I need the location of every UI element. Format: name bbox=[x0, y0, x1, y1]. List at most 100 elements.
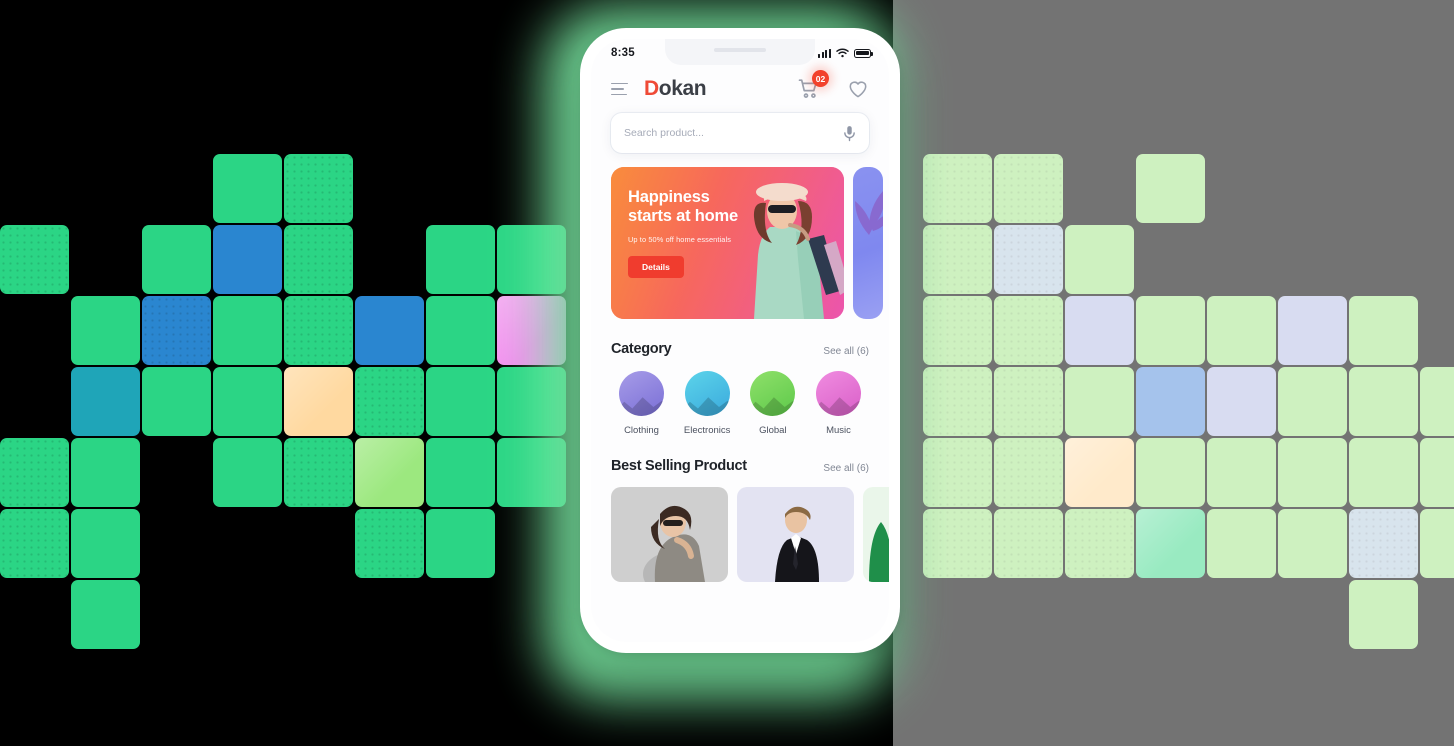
category-item-electronics[interactable]: Electronics bbox=[679, 371, 736, 436]
mosaic-tile-right bbox=[994, 367, 1063, 436]
mosaic-tile-right bbox=[1136, 296, 1205, 365]
category-item-clothing[interactable]: Clothing bbox=[613, 371, 670, 436]
leaf-decoration-icon bbox=[855, 191, 883, 235]
mosaic-tile-right bbox=[1065, 509, 1134, 578]
green-product-partial-image bbox=[869, 522, 889, 582]
mosaic-tile-left bbox=[213, 154, 282, 223]
best-selling-see-all-link[interactable]: See all (6) bbox=[823, 463, 869, 474]
category-list: Clothing Electronics Global Music bbox=[613, 371, 867, 436]
app-bar: Dokan 02 bbox=[591, 67, 889, 109]
mosaic-tile-left bbox=[355, 438, 424, 507]
phone-mockup: 8:35 Dokan 02 Search product... Happines… bbox=[580, 28, 900, 653]
mosaic-tile-right bbox=[1420, 367, 1454, 436]
mosaic-tile-left bbox=[213, 367, 282, 436]
mosaic-tile-left bbox=[71, 367, 140, 436]
search-input[interactable] bbox=[624, 127, 843, 139]
mosaic-tile-right bbox=[923, 367, 992, 436]
man-in-black-suit-image bbox=[774, 506, 819, 582]
mosaic-tile-left bbox=[426, 296, 495, 365]
mosaic-tile-left bbox=[426, 438, 495, 507]
category-icon-electronics bbox=[684, 371, 730, 416]
category-item-global[interactable]: Global bbox=[744, 371, 801, 436]
mosaic-tile-right bbox=[1207, 438, 1276, 507]
category-label: Clothing bbox=[624, 425, 659, 436]
mosaic-tile-left bbox=[71, 509, 140, 578]
mosaic-tile-right bbox=[1420, 509, 1454, 578]
logo-letter-d: D bbox=[644, 77, 659, 100]
category-icon-clothing bbox=[619, 371, 664, 416]
mosaic-tile-right bbox=[994, 225, 1063, 294]
product-card[interactable] bbox=[611, 487, 728, 582]
mosaic-tile-left bbox=[426, 225, 495, 294]
banner-title: Happiness starts at home bbox=[628, 188, 738, 226]
wifi-icon bbox=[836, 48, 849, 58]
mosaic-tile-left bbox=[142, 367, 211, 436]
promo-banner-slide-1[interactable]: Happiness starts at home Up to 50% off ho… bbox=[611, 167, 844, 319]
mosaic-tile-left bbox=[426, 509, 495, 578]
mosaic-tile-left bbox=[71, 296, 140, 365]
category-label: Music bbox=[826, 425, 851, 436]
mosaic-tile-left bbox=[355, 367, 424, 436]
mosaic-tile-right bbox=[1278, 296, 1347, 365]
mosaic-tile-left bbox=[284, 225, 353, 294]
mosaic-tile-right bbox=[1349, 580, 1418, 649]
mosaic-tile-right bbox=[1065, 225, 1134, 294]
mosaic-tile-left bbox=[142, 225, 211, 294]
mosaic-tile-right bbox=[1207, 509, 1276, 578]
mosaic-tile-left bbox=[0, 509, 69, 578]
banner-details-button[interactable]: Details bbox=[628, 255, 684, 278]
mosaic-tile-right bbox=[923, 225, 992, 294]
signal-bars-icon bbox=[818, 48, 831, 58]
mosaic-tile-right bbox=[994, 296, 1063, 365]
status-time: 8:35 bbox=[611, 47, 635, 59]
category-see-all-link[interactable]: See all (6) bbox=[823, 346, 869, 357]
mosaic-tile-right bbox=[1349, 296, 1418, 365]
mosaic-tile-right bbox=[1136, 509, 1205, 578]
mosaic-tile-left bbox=[284, 367, 353, 436]
mosaic-tile-left bbox=[71, 580, 140, 649]
mosaic-tile-right bbox=[923, 154, 992, 223]
search-bar[interactable] bbox=[611, 113, 869, 153]
mosaic-tile-left bbox=[284, 438, 353, 507]
battery-icon bbox=[854, 48, 874, 58]
mosaic-tile-left bbox=[213, 438, 282, 507]
cart-button[interactable]: 02 bbox=[797, 70, 829, 101]
woman-in-grey-blazer-image bbox=[642, 505, 705, 582]
category-section-header: Category See all (6) bbox=[611, 341, 869, 357]
category-label: Global bbox=[759, 425, 787, 436]
mosaic-tile-left bbox=[284, 154, 353, 223]
cart-badge: 02 bbox=[812, 70, 829, 87]
category-title: Category bbox=[611, 341, 672, 357]
category-icon-music bbox=[815, 371, 861, 416]
product-card[interactable] bbox=[863, 487, 889, 582]
best-selling-section-header: Best Selling Product See all (6) bbox=[611, 458, 869, 474]
mosaic-tile-left bbox=[426, 367, 495, 436]
mosaic-tile-right bbox=[1420, 438, 1454, 507]
microphone-icon[interactable] bbox=[843, 125, 856, 142]
logo-rest: okan bbox=[658, 77, 707, 100]
hamburger-menu-icon[interactable] bbox=[611, 82, 628, 96]
mosaic-tile-right bbox=[923, 438, 992, 507]
promo-carousel[interactable]: Happiness starts at home Up to 50% off ho… bbox=[611, 167, 889, 319]
heart-icon[interactable] bbox=[847, 78, 869, 100]
promo-banner-slide-2[interactable] bbox=[853, 167, 883, 319]
mosaic-tile-right bbox=[1065, 438, 1134, 507]
dokan-logo[interactable]: Dokan bbox=[644, 77, 707, 101]
category-item-music[interactable]: Music bbox=[810, 371, 867, 436]
mosaic-tile-left bbox=[0, 225, 69, 294]
mosaic-tile-right bbox=[1065, 367, 1134, 436]
mosaic-tile-right bbox=[994, 438, 1063, 507]
product-card[interactable] bbox=[737, 487, 854, 582]
mosaic-tile-left bbox=[284, 296, 353, 365]
banner-subtitle: Up to 50% off home essentials bbox=[628, 234, 732, 244]
product-list bbox=[611, 487, 889, 582]
mosaic-tile-right bbox=[923, 509, 992, 578]
mosaic-tile-right bbox=[1278, 367, 1347, 436]
mosaic-tile-right bbox=[1349, 367, 1418, 436]
mosaic-tile-left bbox=[213, 225, 282, 294]
mosaic-tile-right bbox=[1349, 509, 1418, 578]
mosaic-tile-left bbox=[355, 509, 424, 578]
mosaic-tile-right bbox=[994, 154, 1063, 223]
mosaic-tile-right bbox=[1278, 509, 1347, 578]
mosaic-tile-left bbox=[71, 438, 140, 507]
